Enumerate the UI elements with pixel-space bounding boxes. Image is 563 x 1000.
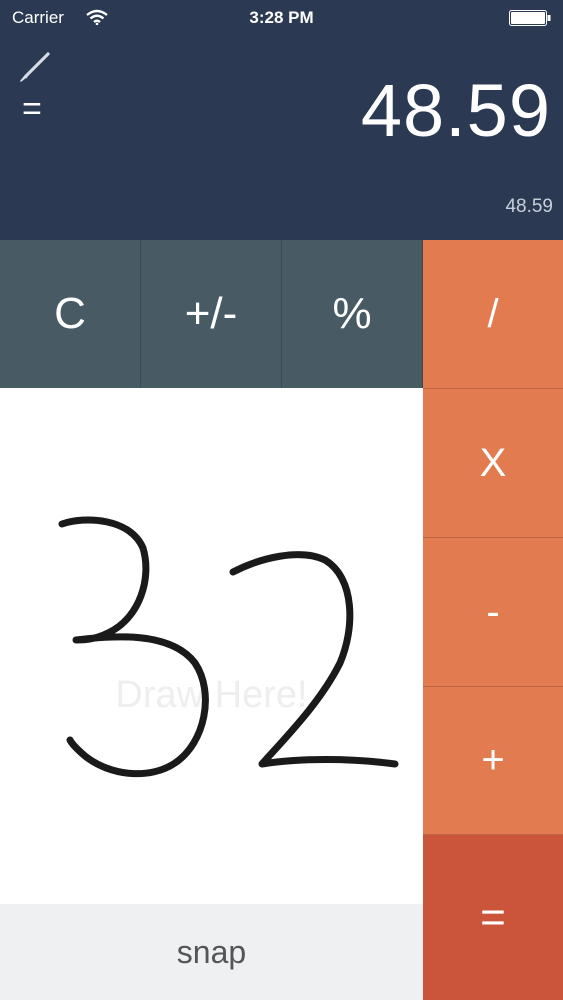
secondary-display: 48.59 bbox=[505, 196, 553, 217]
subtract-button[interactable]: - bbox=[423, 538, 563, 687]
sign-toggle-button[interactable]: +/- bbox=[141, 240, 282, 388]
divide-button[interactable]: / bbox=[423, 240, 563, 389]
status-time: 3:28 PM bbox=[249, 8, 314, 27]
clear-button[interactable]: C bbox=[0, 240, 141, 388]
add-button[interactable]: + bbox=[423, 687, 563, 835]
battery-icon bbox=[509, 10, 551, 26]
status-bar: Carrier 3:28 PM bbox=[0, 0, 563, 36]
handwritten-strokes bbox=[58, 516, 399, 778]
main-display: 48.59 bbox=[360, 69, 551, 152]
equals-button[interactable]: = bbox=[423, 835, 563, 1000]
calculator-header: Carrier 3:28 PM = 48.59 48.59 bbox=[0, 0, 563, 240]
pencil-icon[interactable] bbox=[16, 50, 52, 86]
percent-button[interactable]: % bbox=[282, 240, 423, 388]
multiply-button[interactable]: X bbox=[423, 389, 563, 538]
operator-indicator: = bbox=[22, 90, 42, 128]
snap-button[interactable]: snap bbox=[0, 904, 423, 1000]
